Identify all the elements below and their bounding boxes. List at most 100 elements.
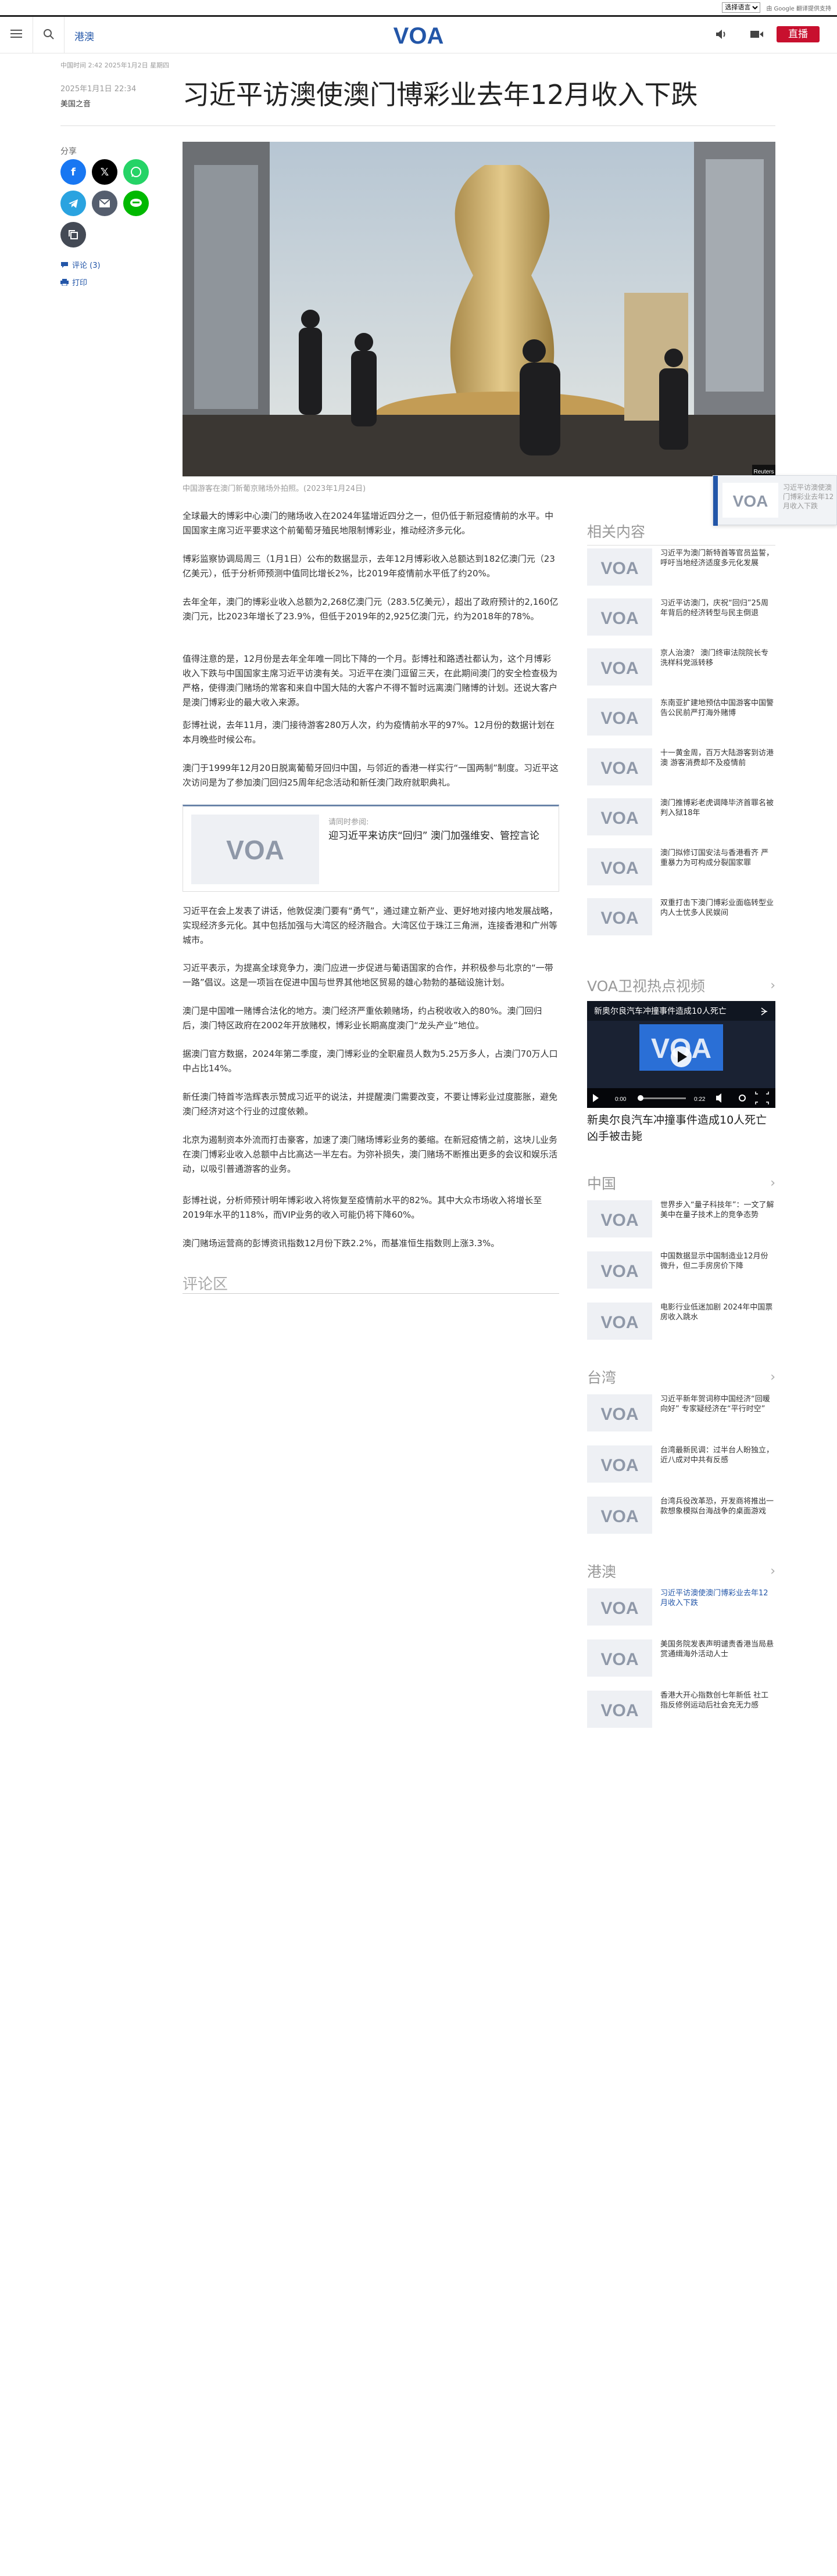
sidebar-article-item[interactable]: VOA 澳门拟修订国安法与香港看齐 严重暴力为可构成分裂国家罪 bbox=[587, 848, 775, 890]
comments-divider bbox=[183, 1293, 559, 1294]
svg-text:VOA: VOA bbox=[600, 909, 638, 925]
voa-thumbnail-icon: VOA bbox=[587, 1639, 652, 1677]
voa-thumbnail-icon: VOA bbox=[587, 1691, 652, 1728]
article-paragraph: 去年全年，澳门的博彩业收入总额为2,268亿澳门元（283.5亿美元），超出了政… bbox=[183, 597, 559, 622]
voa-logo[interactable]: VOA bbox=[389, 21, 448, 47]
svg-text:VOA: VOA bbox=[600, 1507, 638, 1524]
chevron-right-icon: › bbox=[770, 978, 775, 993]
sidebar-article-title: 澳门推博彩老虎调降毕济首罪名被判入狱18年 bbox=[660, 799, 774, 817]
site-header: 港澳 VOA 直播 bbox=[0, 15, 837, 53]
article-paragraph: 澳门赌场运营商的彭博资讯指数12月份下跌2.2%，而基准恒生指数则上涨3.3%。 bbox=[183, 1238, 500, 1248]
taiwan-section-heading[interactable]: 台湾 › bbox=[587, 1366, 775, 1387]
sidebar-article-title: 双重打击下澳门博彩业面临转型业内人士忧多人民娱间 bbox=[660, 899, 774, 917]
facebook-share-icon[interactable]: f bbox=[60, 159, 86, 185]
sidebar-article-title: 习近平为澳门新特首等官员监誓，呼吁当地经济适度多元化发展 bbox=[660, 549, 774, 568]
video-icon[interactable] bbox=[750, 28, 764, 40]
related-article-card[interactable]: VOA 请同时参阅: 迎习近平来访庆“回归” 澳门加强维安、管控言论 bbox=[183, 805, 559, 892]
voa-thumbnail-icon: VOA bbox=[587, 898, 652, 935]
title-divider bbox=[60, 125, 775, 126]
sidebar-article-item[interactable]: VOA 十一黄金周，百万大陆游客到访港澳 游客消费却不及疫情前 bbox=[587, 748, 775, 790]
audio-icon[interactable] bbox=[715, 28, 728, 40]
related-title: 迎习近平来访庆“回归” 澳门加强维安、管控言论 bbox=[328, 830, 540, 842]
article-paragraph: 彭博社说，分析师预计明年博彩收入将恢复至疫情前水平的82%。其中大众市场收入将增… bbox=[183, 1195, 542, 1220]
sticky-accent-bar bbox=[713, 476, 718, 526]
svg-text:VOA: VOA bbox=[600, 1211, 638, 1228]
sidebar-article-title: 香港大开心指数创七年新低 社工指反修例运动后社会充无力感 bbox=[660, 1691, 769, 1710]
article-paragraph: 据澳门官方数据，2024年第二季度，澳门博彩业的全职雇员人数为5.25万多人，占… bbox=[183, 1049, 558, 1074]
google-translate-credit: 由 Google 翻译提供支持 bbox=[766, 5, 831, 12]
article-paragraph: 博彩监察协调局周三（1月1日）公布的数据显示，去年12月博彩收入总额达到182亿… bbox=[183, 554, 555, 579]
copy-link-icon[interactable] bbox=[60, 222, 86, 247]
sidebar-article-item[interactable]: VOA 台湾最新民调：过半台人盼独立，近八成对中共有反感 bbox=[587, 1445, 775, 1487]
live-button[interactable]: 直播 bbox=[777, 26, 820, 42]
menu-icon[interactable] bbox=[10, 30, 22, 39]
sidebar-article-item[interactable]: VOA 世界步入“量子科技年”：一文了解美中在量子技术上的竞争态势 bbox=[587, 1200, 775, 1242]
comments-link[interactable]: 评论 (3) bbox=[60, 259, 101, 270]
sidebar-article-item[interactable]: VOA 双重打击下澳门博彩业面临转型业内人士忧多人民娱间 bbox=[587, 898, 775, 940]
language-select[interactable]: 选择语言 bbox=[722, 2, 761, 13]
sidebar-article-title: 中国数据显示中国制造业12月份微升，但二手房房价下降 bbox=[660, 1252, 768, 1271]
language-bar: 选择语言 由 Google 翻译提供支持 bbox=[0, 0, 837, 15]
sidebar-article-title: 十一黄金周，百万大陆游客到访港澳 游客消费却不及疫情前 bbox=[660, 749, 774, 767]
voa-thumbnail-icon: VOA bbox=[587, 698, 652, 736]
article-paragraph: 值得注意的是，12月份是去年全年唯一同比下降的一个月。彭博社和路透社都认为，这个… bbox=[183, 654, 558, 708]
china-section-heading[interactable]: 中国 › bbox=[587, 1172, 775, 1193]
sidebar-article-item[interactable]: VOA 习近平新年贺词称中国经济“回暖向好” 专家疑经济在“平行时空” bbox=[587, 1394, 775, 1436]
svg-text:VOA: VOA bbox=[600, 1701, 638, 1718]
telegram-share-icon[interactable] bbox=[60, 191, 86, 216]
voa-thumbnail-icon: VOA bbox=[587, 1497, 652, 1534]
voa-thumbnail-icon: VOA bbox=[587, 1303, 652, 1340]
page-title: 习近平访澳使澳门博彩业去年12月收入下跌 bbox=[183, 79, 698, 110]
hero-image: Reuters bbox=[183, 142, 775, 476]
article-paragraph: 彭博社说，去年11月，澳门接待游客280万人次，约为疫情前水平的97%。12月份… bbox=[183, 720, 555, 745]
sidebar-article-item[interactable]: VOA 美国务院发表声明谴责香港当局悬赏通缉海外活动人士 bbox=[587, 1639, 775, 1681]
sidebar-article-item[interactable]: VOA 习近平访澳门，庆祝“回归”25周年背后的经济转型与民主倒退 bbox=[587, 598, 775, 640]
email-share-icon[interactable] bbox=[92, 191, 117, 216]
sticky-now-reading[interactable]: VOA 习近平访澳使澳门博彩业去年12月收入下跌 bbox=[713, 475, 837, 526]
sidebar-article-item[interactable]: VOA 东南亚扩建地预估中国游客中国警告公民前严打海外赌博 bbox=[587, 698, 775, 740]
svg-text:VOA: VOA bbox=[226, 836, 284, 863]
sidebar-article-item[interactable]: VOA 澳门推博彩老虎调降毕济首罪名被判入狱18年 bbox=[587, 798, 775, 840]
svg-text:VOA: VOA bbox=[600, 609, 638, 626]
sidebar-article-title: 美国务院发表声明谴责香港当局悬赏通缉海外活动人士 bbox=[660, 1640, 774, 1659]
article-source[interactable]: 美国之音 bbox=[60, 98, 91, 109]
article-paragraph: 澳门是中国唯一赌博合法化的地方。澳门经济严重依赖赌场，约占税收收入的80%。澳门… bbox=[183, 1006, 542, 1031]
video-title[interactable]: 新奥尔良汽车冲撞事件造成10人死亡凶手被击毙 bbox=[587, 1112, 775, 1145]
sidebar-article-item[interactable]: VOA 中国数据显示中国制造业12月份微升，但二手房房价下降 bbox=[587, 1251, 775, 1293]
sidebar-article-item[interactable]: VOA 京人治澳？ 澳门终审法院院长专洗样科党派转移 bbox=[587, 648, 775, 690]
sidebar-article-title: 台湾最新民调：过半台人盼独立，近八成对中共有反感 bbox=[660, 1446, 774, 1465]
svg-text:VOA: VOA bbox=[600, 1456, 638, 1473]
sidebar-article-item[interactable]: VOA 习近平为澳门新特首等官员监誓，呼吁当地经济适度多元化发展 bbox=[587, 548, 775, 590]
sidebar-article-title: 台湾兵役改革恐，开发商将推出一款想象模拟台海战争的桌面游戏 bbox=[660, 1497, 774, 1516]
voa-thumbnail-icon: VOA bbox=[191, 815, 319, 884]
svg-text:VOA: VOA bbox=[600, 859, 638, 876]
sidebar-article-item[interactable]: VOA 台湾兵役改革恐，开发商将推出一款想象模拟台海战争的桌面游戏 bbox=[587, 1497, 775, 1538]
comments-heading: 评论区 bbox=[183, 1276, 228, 1293]
svg-text:VOA: VOA bbox=[600, 709, 638, 726]
section-link[interactable]: 港澳 bbox=[74, 28, 94, 43]
sidebar-article-title: 习近平访澳门，庆祝“回归”25周年背后的经济转型与民主倒退 bbox=[660, 599, 769, 618]
video-player[interactable]: VOA 新奥尔良汽车冲撞事件造成10人死亡 0:00 0:22 bbox=[587, 1001, 775, 1108]
line-share-icon[interactable] bbox=[123, 191, 149, 216]
sidebar-article-item[interactable]: VOA 香港大开心指数创七年新低 社工指反修例运动后社会充无力感 bbox=[587, 1691, 775, 1732]
whatsapp-share-icon[interactable] bbox=[123, 159, 149, 185]
video-section-heading[interactable]: VOA卫视热点视频 › bbox=[587, 975, 775, 996]
svg-text:0:22: 0:22 bbox=[694, 1096, 706, 1103]
chevron-right-icon: › bbox=[770, 1175, 775, 1190]
voa-thumbnail-icon: VOA bbox=[587, 648, 652, 686]
search-icon[interactable] bbox=[43, 28, 55, 40]
sidebar-article-item[interactable]: VOA 习近平访澳使澳门博彩业去年12月收入下跌 bbox=[587, 1588, 775, 1630]
svg-text:VOA: VOA bbox=[600, 809, 638, 826]
voa-thumbnail-icon: VOA bbox=[587, 1200, 652, 1237]
sidebar-article-title: 京人治澳？ 澳门终审法院院长专洗样科党派转移 bbox=[660, 649, 769, 668]
x-share-icon[interactable]: 𝕏 bbox=[92, 159, 117, 185]
svg-text:新奥尔良汽车冲撞事件造成10人死亡: 新奥尔良汽车冲撞事件造成10人死亡 bbox=[594, 1006, 727, 1016]
sidebar-article-title: 东南亚扩建地预估中国游客中国警告公民前严打海外赌博 bbox=[660, 699, 774, 717]
voa-thumbnail-icon: VOA bbox=[587, 1251, 652, 1289]
article-paragraph: 习近平在会上发表了讲话，他敦促澳门要有“勇气”，通过建立新产业、更好地对接内地发… bbox=[183, 906, 558, 945]
print-link[interactable]: 打印 bbox=[60, 277, 87, 288]
article-date: 2025年1月1日 22:34 bbox=[60, 85, 137, 94]
hk-section-heading[interactable]: 港澳 › bbox=[587, 1560, 775, 1581]
sidebar-article-item[interactable]: VOA 电影行业低迷加剧 2024年中国票房收入跳水 bbox=[587, 1303, 775, 1344]
svg-text:VOA: VOA bbox=[600, 1599, 638, 1616]
